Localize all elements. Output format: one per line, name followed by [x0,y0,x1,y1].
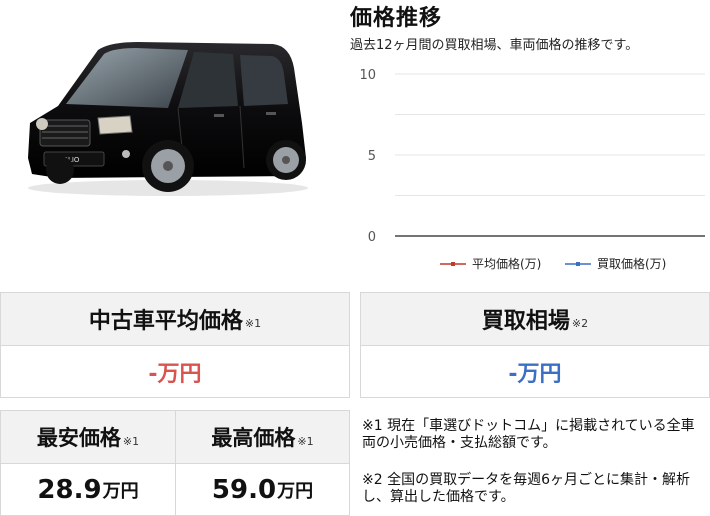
footnote-1: ※1 現在「車選びドットコム」に掲載されている全車両の小売価格・支払総額です。 [362,418,695,451]
legend-label-0: 平均価格(万) [472,256,541,271]
max-price-value: 59.0 [211,474,277,505]
legend-marker-1 [576,262,580,266]
max-price-note-mark: ※1 [297,434,314,448]
buyback-price-box: 買取相場 ※2 -万円 [360,292,710,398]
max-price-box: 最高価格 ※1 59.0 万円 [175,410,350,516]
buyback-price-header: 買取相場 ※2 [361,293,709,346]
footnote-2: ※2 全国の買取データを毎週6ヶ月ごとに集計・解析し、算出した価格です。 [362,472,690,505]
max-price-header: 最高価格 ※1 [176,411,349,464]
buyback-price-note-mark: ※2 [571,316,589,330]
min-price-note-mark: ※1 [122,434,140,448]
y-tick-label: 5 [368,149,376,164]
buyback-price-value: -万円 [508,361,562,387]
average-price-value: -万円 [148,361,202,387]
chart-subtitle: 過去12ヶ月間の買取相場、車両価格の推移です。 [350,38,639,53]
chart-title: 価格推移 [350,6,443,31]
min-price-box: 最安価格 ※1 28.9 万円 [0,410,176,516]
buyback-price-label: 買取相場 [481,309,570,334]
max-price-unit: 万円 [277,480,314,502]
min-price-label: 最安価格 [36,426,121,450]
min-price-value-row: 28.9 万円 [1,464,175,515]
price-trend-chart: 10 5 0 平均価格(万) 買取価格(万) [359,68,705,271]
average-price-box: 中古車平均価格 ※1 -万円 [0,292,350,398]
y-tick-label: 0 [368,230,376,245]
min-price-value: 28.9 [37,474,102,505]
legend-marker-0 [451,262,455,266]
min-price-unit: 万円 [102,480,139,502]
average-price-label: 中古車平均価格 [88,309,243,334]
y-tick-label: 10 [359,68,376,83]
max-price-label: 最高価格 [211,426,296,450]
average-price-header: 中古車平均価格 ※1 [1,293,349,346]
max-price-value-row: 59.0 万円 [176,464,349,515]
car-image: SOLIO [28,42,308,196]
legend-label-1: 買取価格(万) [597,256,666,271]
min-price-header: 最安価格 ※1 [1,411,175,464]
average-price-note-mark: ※1 [244,316,262,330]
